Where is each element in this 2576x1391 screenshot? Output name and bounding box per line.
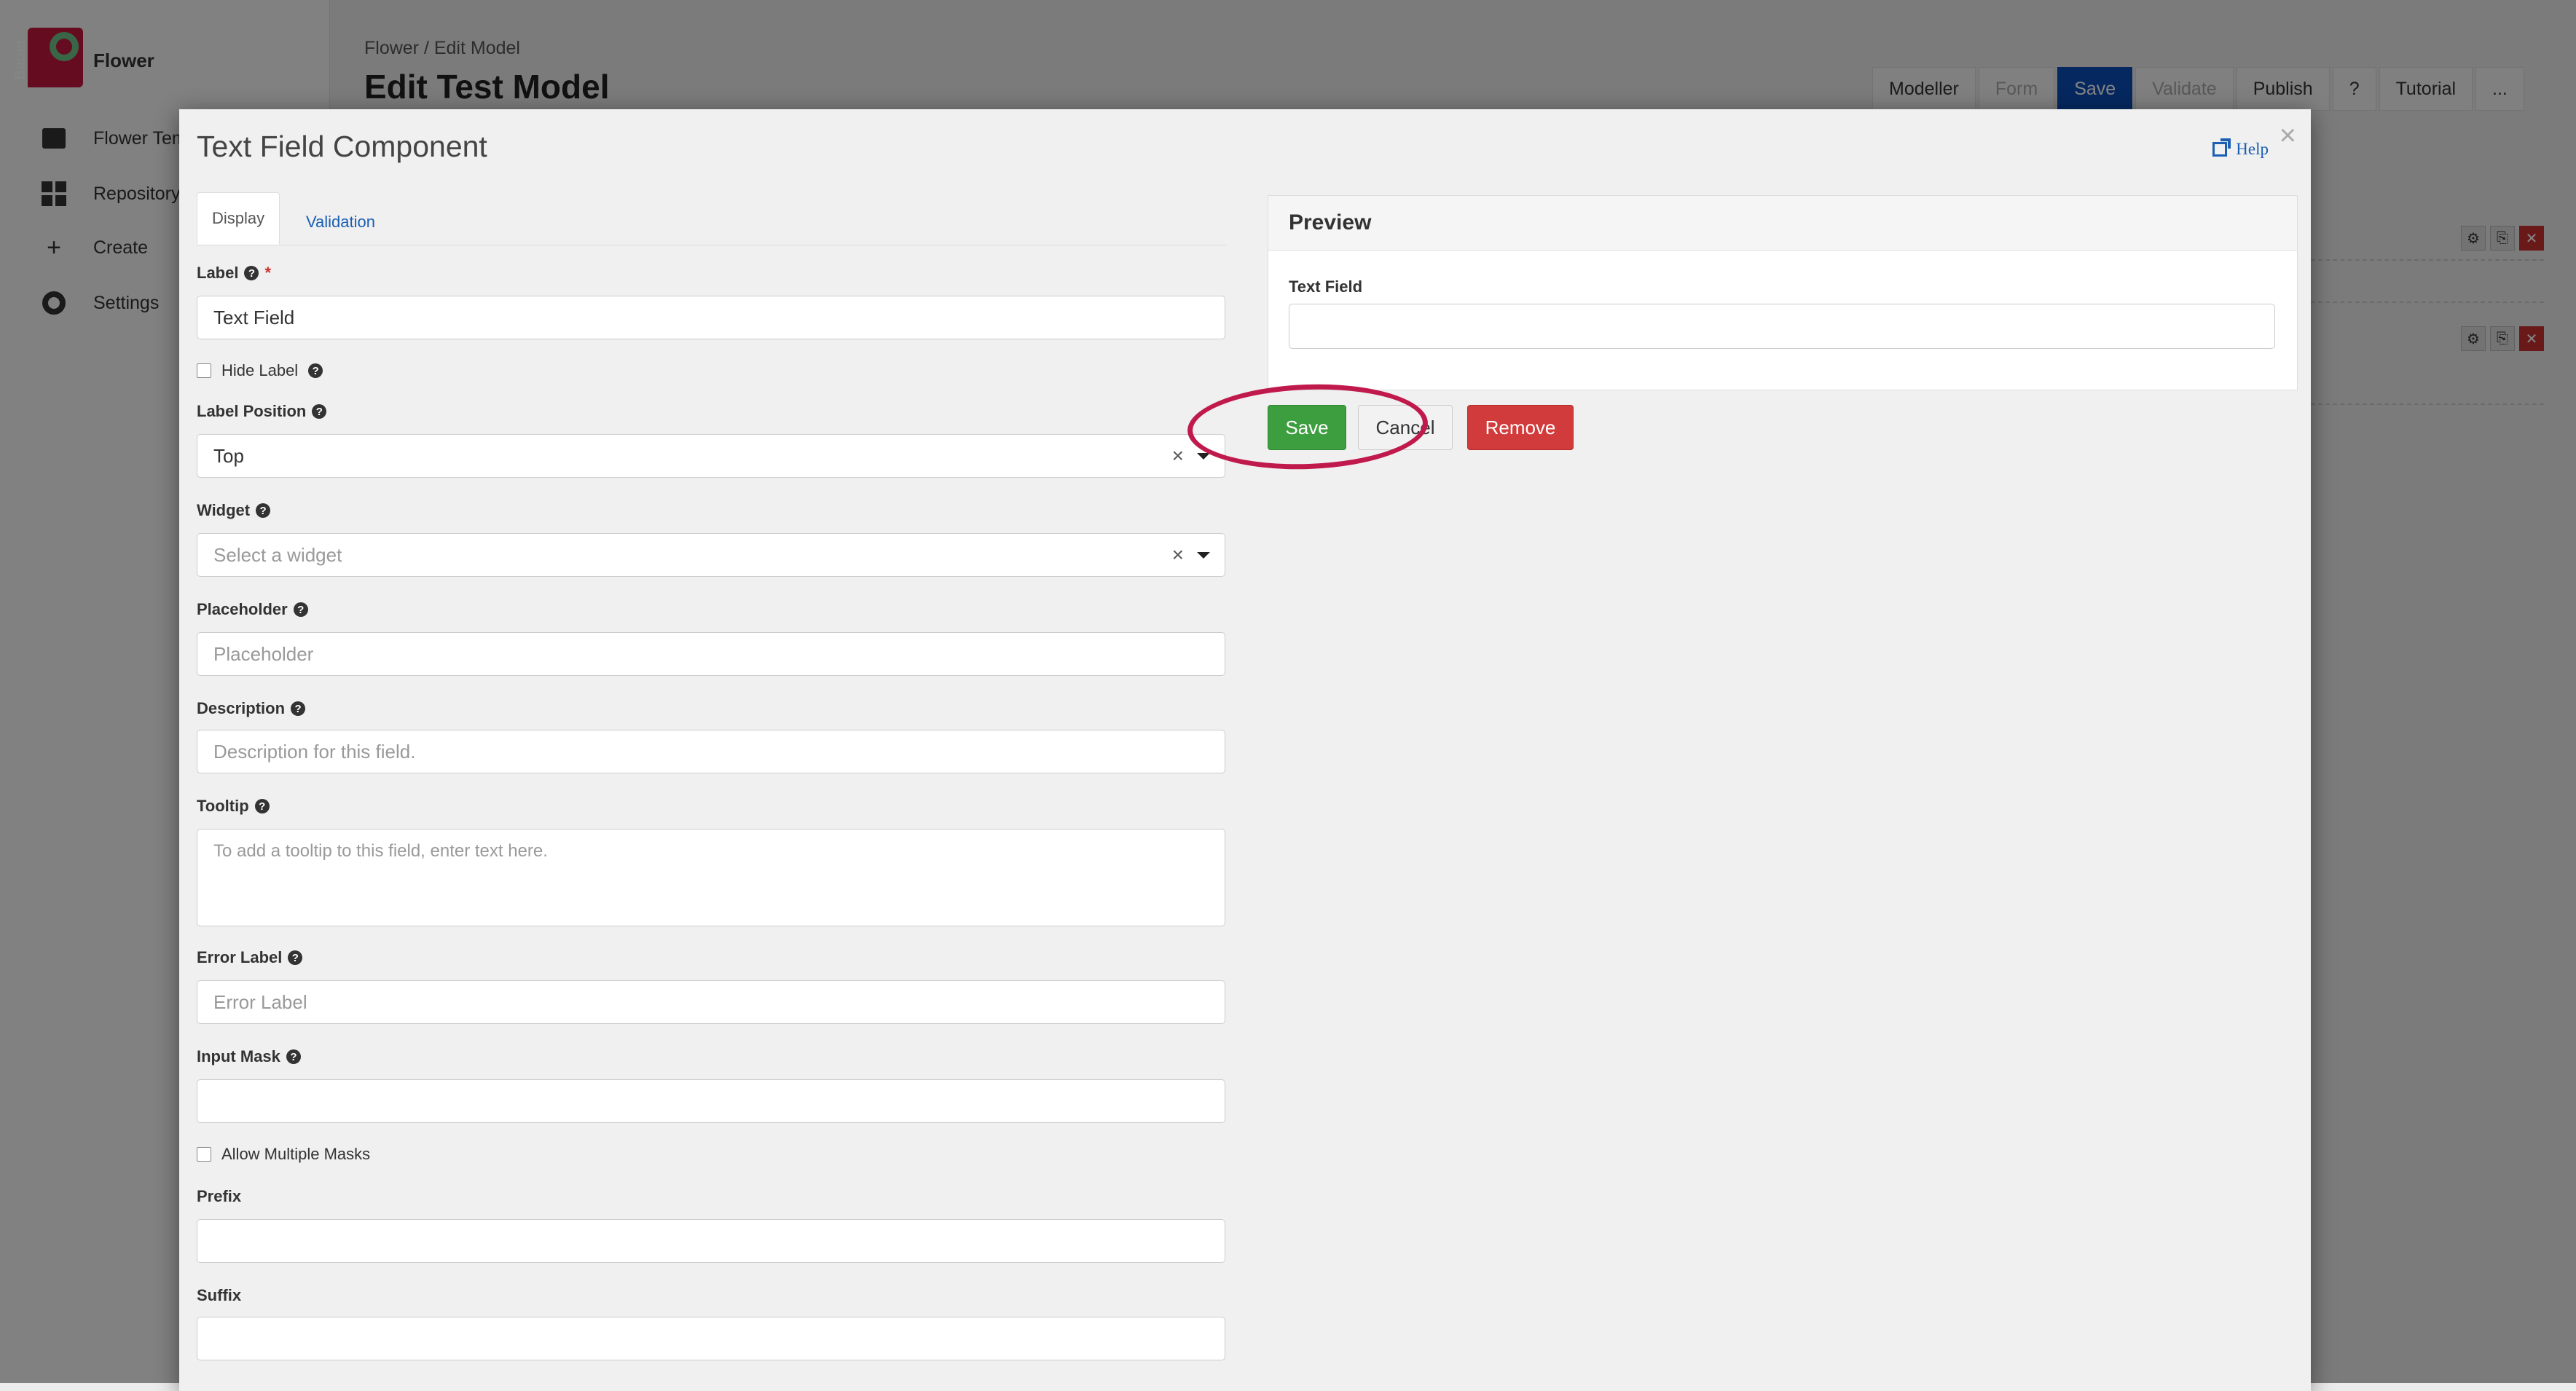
tooltip-label: Tooltip ? [197, 797, 270, 816]
preview-text-field-input[interactable] [1289, 304, 2275, 349]
question-circle-icon[interactable]: ? [293, 602, 308, 617]
tab-display[interactable]: Display [197, 192, 280, 245]
prefix-input[interactable] [197, 1219, 1225, 1263]
label-text: Error Label [197, 948, 283, 966]
tab-validation[interactable]: Validation [291, 197, 390, 248]
placeholder-label: Placeholder ? [197, 600, 308, 619]
preview-heading: Preview [1268, 196, 2297, 251]
component-tabs: Display Validation [197, 192, 1227, 245]
placeholder-input[interactable]: Placeholder [197, 632, 1225, 676]
question-circle-icon[interactable]: ? [244, 266, 259, 280]
external-link-icon [2212, 138, 2231, 157]
label-text: Description [197, 699, 286, 717]
text-field-component-dialog: Text Field Component × Help Display Vali… [179, 109, 2311, 1391]
help-link[interactable]: Help [2212, 138, 2269, 159]
question-circle-icon[interactable]: ? [256, 503, 271, 518]
hide-label-text: Hide Label [221, 361, 299, 379]
checkbox-box[interactable] [197, 363, 211, 378]
label-text: Tooltip [197, 797, 249, 815]
widget-select[interactable]: Select a widget × [197, 533, 1225, 577]
label-field-label: Label ? * [197, 264, 271, 283]
error-label-label: Error Label ? [197, 948, 303, 967]
tooltip-textarea[interactable]: To add a tooltip to this field, enter te… [197, 829, 1225, 926]
label-text: Suffix [197, 1286, 242, 1304]
cancel-button[interactable]: Cancel [1358, 405, 1453, 450]
preview-panel: Preview Text Field [1268, 195, 2298, 390]
question-circle-icon[interactable]: ? [288, 950, 303, 965]
clear-icon[interactable]: × [1172, 543, 1184, 567]
question-circle-icon[interactable]: ? [254, 799, 270, 813]
question-circle-icon[interactable]: ? [286, 1049, 301, 1064]
input-mask-label: Input Mask ? [197, 1047, 301, 1066]
checkbox-box[interactable] [197, 1147, 211, 1162]
description-input[interactable]: Description for this field. [197, 730, 1225, 773]
description-label: Description ? [197, 699, 306, 718]
chevron-down-icon[interactable] [1197, 551, 1210, 559]
remove-button[interactable]: Remove [1467, 405, 1574, 450]
error-label-input[interactable]: Error Label [197, 980, 1225, 1024]
dialog-title: Text Field Component [197, 130, 487, 163]
label-text: Input Mask [197, 1047, 280, 1065]
label-text: Placeholder [197, 600, 288, 618]
input-mask-input[interactable] [197, 1079, 1225, 1123]
preview-field-label: Text Field [1289, 277, 1363, 296]
required-marker: * [264, 264, 272, 282]
question-circle-icon[interactable]: ? [291, 701, 306, 716]
chevron-down-icon[interactable] [1197, 452, 1210, 460]
question-circle-icon[interactable]: ? [312, 404, 327, 419]
label-text: Label [197, 264, 239, 282]
help-label: Help [2236, 140, 2269, 158]
close-icon[interactable]: × [2279, 119, 2296, 152]
label-position-label: Label Position ? [197, 402, 327, 421]
placeholder-text: Select a widget [213, 543, 342, 566]
widget-label: Widget ? [197, 501, 271, 520]
allow-multiple-masks-text: Allow Multiple Masks [221, 1145, 371, 1163]
label-text: Prefix [197, 1187, 242, 1205]
prefix-label: Prefix [197, 1187, 241, 1206]
hide-label-checkbox[interactable]: Hide Label ? [197, 361, 323, 380]
clear-icon[interactable]: × [1172, 444, 1184, 468]
suffix-label: Suffix [197, 1286, 241, 1305]
label-input[interactable]: Text Field [197, 296, 1225, 339]
label-text: Widget [197, 501, 251, 519]
selected-value: Top [213, 444, 244, 467]
allow-multiple-masks-checkbox[interactable]: Allow Multiple Masks [197, 1145, 370, 1164]
save-button[interactable]: Save [1268, 405, 1346, 450]
suffix-input[interactable] [197, 1317, 1225, 1360]
label-text: Label Position [197, 402, 307, 420]
question-circle-icon[interactable]: ? [308, 363, 323, 378]
label-position-select[interactable]: Top × [197, 434, 1225, 478]
